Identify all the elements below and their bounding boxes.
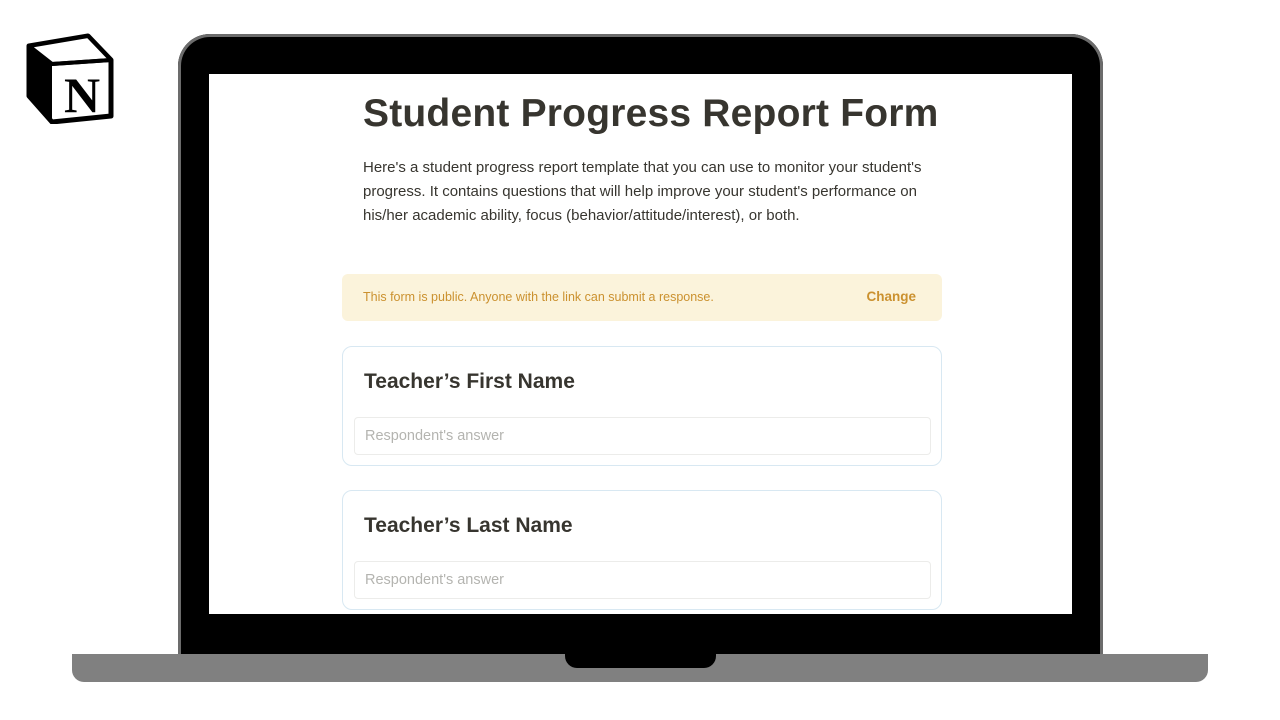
question-card-first-name: Teacher’s First Name	[342, 346, 942, 466]
laptop-screen: Student Progress Report Form Here's a st…	[209, 74, 1072, 614]
question-title: Teacher’s First Name	[364, 370, 575, 393]
form-description: Here's a student progress report templat…	[363, 159, 922, 224]
laptop-notch	[565, 654, 716, 668]
question-card-last-name: Teacher’s Last Name	[342, 490, 942, 610]
notion-logo-icon: N	[26, 32, 116, 125]
public-form-notice: This form is public. Anyone with the lin…	[342, 274, 942, 321]
change-visibility-button[interactable]: Change	[866, 289, 916, 304]
notion-logo-letter: N	[64, 67, 100, 123]
answer-input-last-name[interactable]	[354, 561, 931, 599]
question-title: Teacher’s Last Name	[364, 514, 573, 537]
public-form-notice-text: This form is public. Anyone with the lin…	[363, 290, 714, 304]
answer-input-first-name[interactable]	[354, 417, 931, 455]
page-title: Student Progress Report Form	[363, 92, 939, 135]
